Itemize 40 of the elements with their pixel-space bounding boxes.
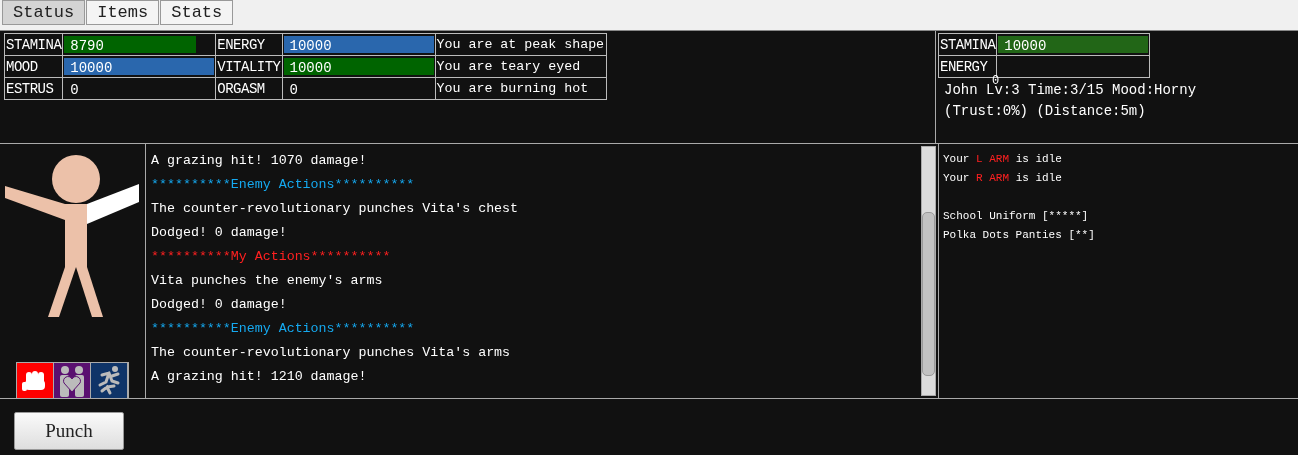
stat-label: VITALITY [215, 55, 283, 78]
stat-value: 10000 [1003, 38, 1047, 54]
clothing-item: Polka Dots Panties [**] [943, 228, 1096, 243]
tab[interactable]: Items [86, 0, 160, 25]
log-header: **********Enemy Actions********** [151, 320, 416, 338]
stat-label: MOOD [4, 55, 63, 78]
log-line: Dodged! 0 damage! [151, 224, 288, 242]
stat-value: 0 [69, 82, 79, 98]
stat-value: 10000 [69, 60, 113, 76]
stat-value: 10000 [288, 38, 332, 54]
log-line: Dodged! 0 damage! [151, 296, 288, 314]
tab[interactable]: Status [2, 0, 86, 25]
log-line: Vita punches the enemy's arms [151, 272, 384, 290]
action-button[interactable] [91, 363, 128, 398]
stat-label: ORGASM [215, 77, 283, 100]
stat-label: ENERGY [215, 33, 283, 56]
log-line: The counter-revolutionary punches Vita's chest [151, 200, 520, 218]
stat-value: 8790 [69, 38, 104, 54]
log-header: **********Enemy Actions********** [151, 176, 416, 194]
log-line: A grazing hit! 1210 damage! [151, 368, 368, 386]
clothing-item: School Uniform [*****] [943, 209, 1090, 224]
stat-label: ESTRUS [4, 77, 63, 100]
punch-button[interactable]: Punch [14, 412, 124, 450]
stat-label: STAMINA [4, 33, 63, 56]
stat-label: STAMINA [938, 33, 997, 56]
enemy-info: (Trust:0%) (Distance:5m) [944, 103, 1146, 119]
log-line: The counter-revolutionary punches Vita's arms [151, 344, 512, 362]
status-message: You are burning hot [435, 77, 607, 100]
log-header: **********My Actions********** [151, 248, 392, 266]
action-button[interactable] [54, 363, 91, 398]
status-message: You are teary eyed [435, 55, 607, 78]
stat-value: 10000 [288, 60, 332, 76]
limb-status: Your R ARM is idle [943, 171, 1063, 186]
status-message: You are at peak shape [435, 33, 607, 56]
log-line: A grazing hit! 1070 damage! [151, 152, 368, 170]
limb-status: Your L ARM is idle [943, 152, 1063, 167]
stat-value: 0 [288, 82, 298, 98]
scrollbar[interactable] [921, 146, 936, 396]
tab[interactable]: Stats [160, 0, 234, 25]
action-button[interactable] [17, 363, 54, 398]
